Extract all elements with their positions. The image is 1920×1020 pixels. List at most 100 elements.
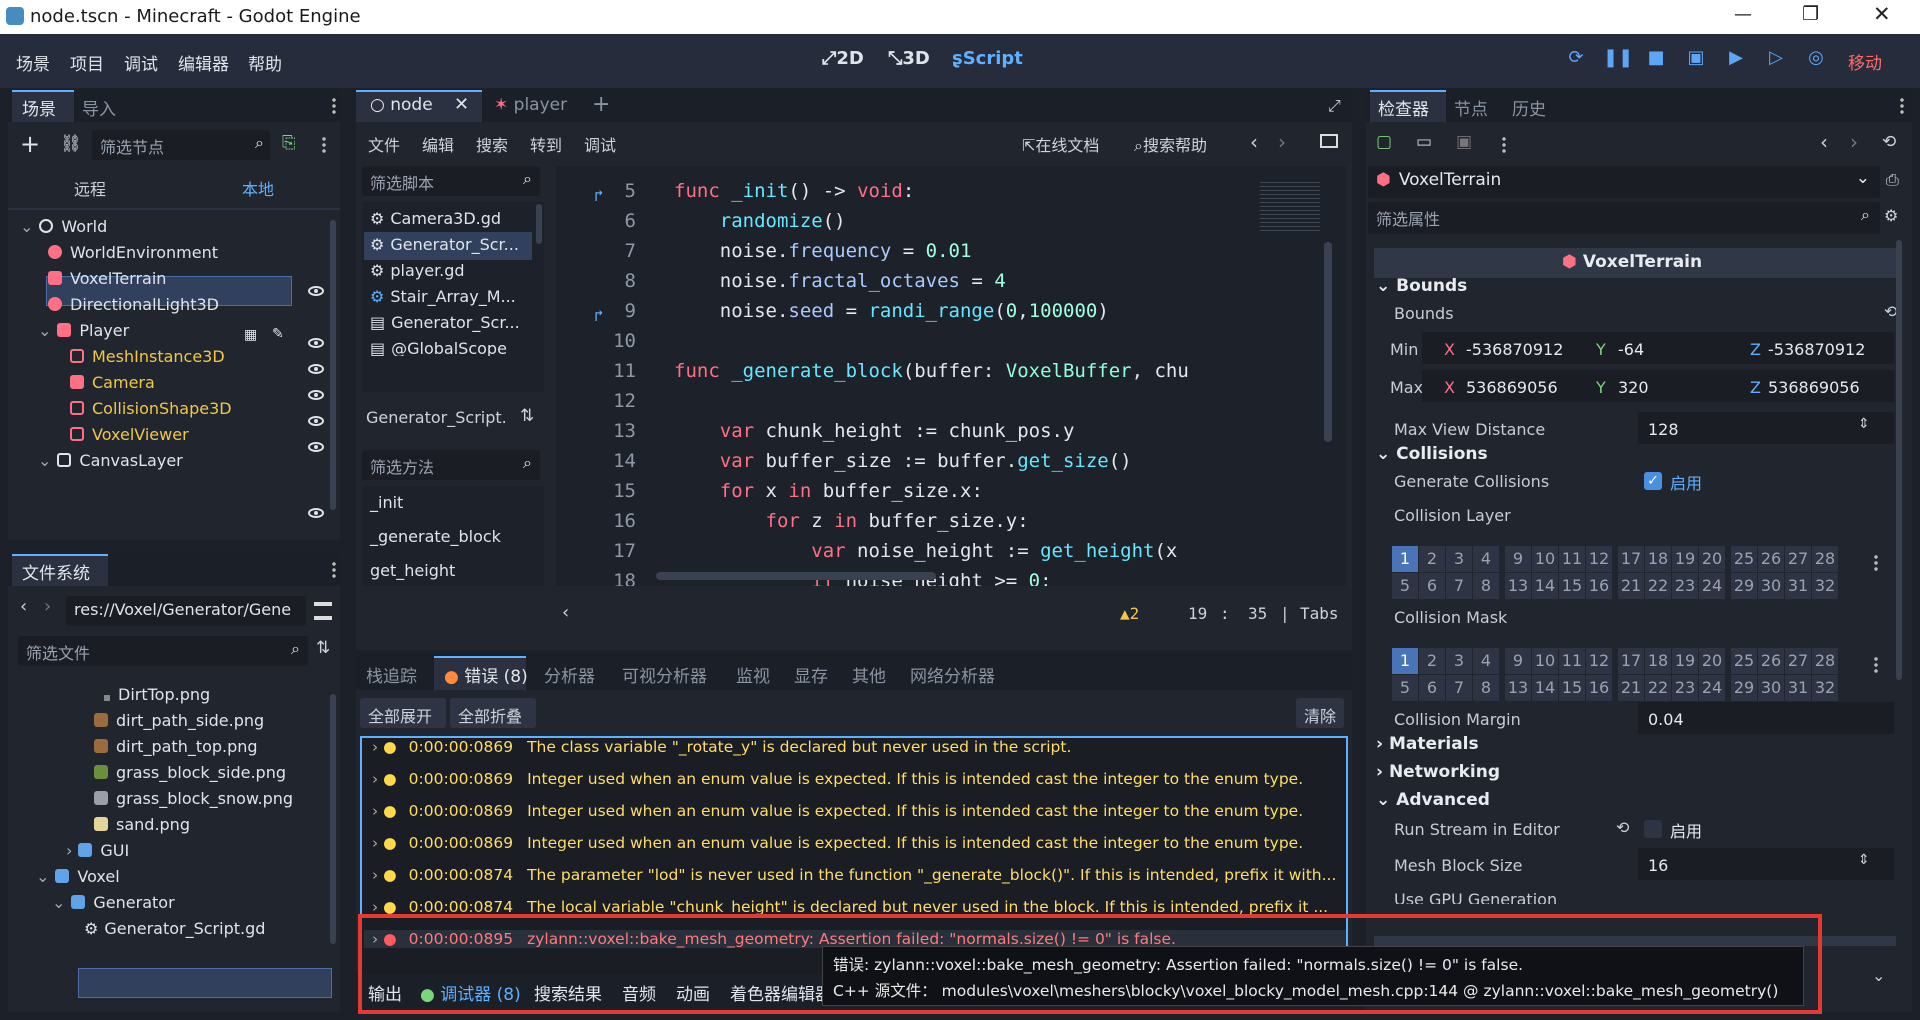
layer-bit[interactable]: 23	[1672, 675, 1698, 701]
method-item[interactable]: _init	[370, 488, 403, 518]
code-line[interactable]: func _generate_block(buffer: VoxelBuffer…	[674, 360, 1189, 382]
minimize-button[interactable]: —	[1734, 4, 1752, 25]
visibility-eye-icon[interactable]	[308, 416, 324, 426]
fs-menu-icon[interactable]	[332, 561, 336, 579]
layer-bit[interactable]: 21	[1618, 573, 1644, 599]
layer-menu-icon[interactable]	[1874, 554, 1878, 572]
layer-bit[interactable]: 11	[1559, 546, 1585, 572]
fs-scrollbar[interactable]	[330, 694, 336, 944]
filter-options-icon[interactable]: ⚙	[1884, 206, 1898, 225]
history-icon[interactable]: ⟲	[1882, 132, 1896, 152]
script-filter-input[interactable]: 筛选脚本 ⌕	[362, 166, 540, 196]
next-object-icon[interactable]: ›	[1850, 130, 1858, 154]
script-list-item[interactable]: ▤ @GlobalScope	[370, 334, 507, 356]
tab-import[interactable]: 导入	[82, 95, 116, 120]
collision-margin-field[interactable]: 0.04	[1648, 710, 1684, 729]
layer-bit[interactable]: 32	[1812, 573, 1838, 599]
forward-icon[interactable]: ›	[44, 596, 51, 617]
spinner-arrows-icon[interactable]: ⇕	[1858, 852, 1870, 868]
tab-profiler[interactable]: 分析器	[544, 662, 595, 687]
renderer-select[interactable]: 移动	[1848, 49, 1882, 74]
layer-bit[interactable]: 15	[1559, 573, 1585, 599]
layer-bit[interactable]: 27	[1785, 648, 1811, 674]
layer-bit[interactable]: 12	[1586, 648, 1612, 674]
layer-bit[interactable]: 18	[1645, 648, 1671, 674]
mask-menu-icon[interactable]	[1874, 656, 1878, 674]
search-help-button[interactable]: ⌕搜索帮助	[1134, 132, 1207, 156]
mode-script-button[interactable]: ʂScript	[952, 48, 1023, 69]
resource-menu-icon[interactable]	[1502, 136, 1506, 154]
mode-3d-button[interactable]: ⤡3D	[888, 48, 930, 69]
scene-options-icon[interactable]	[322, 136, 326, 154]
new-resource-icon[interactable]: ▢	[1376, 132, 1392, 152]
method-filter-input[interactable]: 筛选方法 ⌕	[362, 450, 540, 480]
pause-icon[interactable]: ❚❚	[1603, 47, 1633, 73]
layer-bit[interactable]: 17	[1618, 648, 1644, 674]
method-item[interactable]: _generate_block	[370, 522, 501, 552]
sort-icon[interactable]: ⇅	[520, 406, 534, 426]
layer-bit[interactable]: 7	[1446, 675, 1472, 701]
layer-bit[interactable]: 3	[1446, 546, 1472, 572]
layer-bit[interactable]: 28	[1812, 546, 1838, 572]
generate-collisions-checkbox[interactable]: ✓	[1644, 472, 1662, 490]
layer-bit[interactable]: 15	[1559, 675, 1585, 701]
layer-bit[interactable]: 3	[1446, 648, 1472, 674]
next-script-icon[interactable]: ›	[1278, 130, 1286, 154]
error-row[interactable]: › ● 0:00:00:0869 Integer used when an enum…	[372, 834, 1303, 852]
layer-bit[interactable]: 10	[1532, 648, 1558, 674]
layer-bit[interactable]: 1	[1392, 546, 1418, 572]
inspector-scrollbar[interactable]	[1896, 240, 1902, 680]
script-menu-file[interactable]: 文件	[368, 132, 400, 156]
node-filter-input[interactable]: 筛选节点 ⌕	[92, 130, 270, 160]
layer-bit[interactable]: 16	[1586, 675, 1612, 701]
layer-bit[interactable]: 11	[1559, 648, 1585, 674]
layer-bit[interactable]: 6	[1419, 573, 1445, 599]
tab-node[interactable]: ○ node	[370, 95, 433, 115]
tab-player[interactable]: ✶ player	[494, 95, 567, 115]
revert-icon[interactable]: ⟲	[1616, 818, 1629, 837]
tab-inspector[interactable]: 检查器	[1378, 95, 1429, 120]
layer-bit[interactable]: 29	[1731, 675, 1757, 701]
script-menu-edit[interactable]: 编辑	[422, 132, 454, 156]
mode-2d-button[interactable]: ⤢2D	[822, 48, 864, 69]
reload-icon[interactable]: ⟳	[1563, 47, 1589, 73]
expand-all-button[interactable]: 全部展开	[360, 698, 446, 728]
prev-object-icon[interactable]: ‹	[1820, 130, 1828, 154]
script-attached-icon[interactable]: ✎	[272, 326, 284, 342]
max-x-field[interactable]: 536869056	[1466, 378, 1558, 397]
add-tab-icon[interactable]: +	[592, 92, 610, 117]
tree-node-canvaslayer[interactable]: ⌄ CanvasLayer	[38, 446, 183, 476]
code-line[interactable]: for x in buffer_size.x:	[674, 480, 983, 502]
layer-bit[interactable]: 4	[1473, 546, 1499, 572]
link-icon[interactable]: ⛓	[60, 134, 82, 154]
script-list-scrollbar[interactable]	[536, 204, 542, 244]
tab-filesystem[interactable]: 文件系统	[22, 559, 90, 584]
layer-bit[interactable]: 13	[1505, 675, 1531, 701]
maximize-button[interactable]: ❐	[1802, 3, 1819, 25]
layer-bit[interactable]: 20	[1699, 648, 1725, 674]
layer-bit[interactable]: 13	[1505, 573, 1531, 599]
layer-bit[interactable]: 18	[1645, 546, 1671, 572]
layer-bit[interactable]: 2	[1419, 648, 1445, 674]
layer-bit[interactable]: 4	[1473, 648, 1499, 674]
close-window-button[interactable]: ✕	[1873, 2, 1891, 26]
layer-bit[interactable]: 9	[1505, 546, 1531, 572]
play-scene-icon[interactable]: ▶	[1723, 47, 1749, 73]
layer-bit[interactable]: 21	[1618, 675, 1644, 701]
layer-bit[interactable]: 7	[1446, 573, 1472, 599]
menu-scene[interactable]: 场景	[16, 50, 50, 75]
error-row[interactable]: › ● 0:00:00:0874 The parameter "lod" is ne…	[372, 866, 1336, 884]
layer-bit[interactable]: 9	[1505, 648, 1531, 674]
code-line[interactable]: for z in buffer_size.y:	[674, 510, 1029, 532]
scene-menu-icon[interactable]	[332, 97, 336, 115]
layer-bit[interactable]: 31	[1785, 573, 1811, 599]
layer-bit[interactable]: 24	[1699, 573, 1725, 599]
layer-bit[interactable]: 27	[1785, 546, 1811, 572]
mesh-block-size-select[interactable]: 16	[1648, 856, 1668, 875]
layer-bit[interactable]: 20	[1699, 546, 1725, 572]
code-line[interactable]: func _init() -> void:	[674, 180, 914, 202]
layer-bit[interactable]: 19	[1672, 648, 1698, 674]
error-row[interactable]: › ● 0:00:00:0869 The class variable "_rota…	[372, 738, 1071, 756]
script-menu-debug[interactable]: 调试	[584, 132, 616, 156]
attach-script-icon[interactable]: ⎘	[282, 133, 296, 153]
